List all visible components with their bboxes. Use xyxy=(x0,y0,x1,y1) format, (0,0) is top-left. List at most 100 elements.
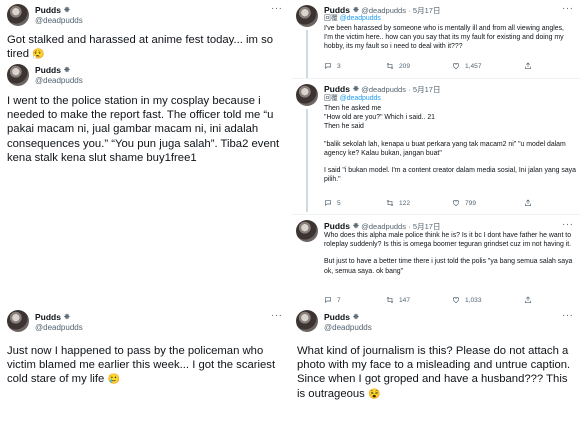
tweet-text-body: Got stalked and harassed at anime fest t… xyxy=(7,34,274,61)
reply-card-victim[interactable]: Pudds ❉ @deadpudds · 5月17日 ··· 回覆 @deadpu… xyxy=(292,0,580,78)
more-options-icon[interactable]: ··· xyxy=(271,3,283,14)
action-bar: 7 147 1,033 xyxy=(324,296,574,304)
share-button[interactable] xyxy=(524,62,532,70)
text-line: "How old are you?" Which i said.. 21 xyxy=(324,114,435,122)
tweet-date[interactable]: · 5月17日 xyxy=(408,6,440,15)
reply-card-how-old[interactable]: Pudds ❉ @deadpudds · 5月17日 回覆 @deadpudds … xyxy=(292,80,580,212)
user-name-text: Pudds xyxy=(324,221,350,231)
retweet-count: 147 xyxy=(399,296,411,304)
user-handle[interactable]: @deadpudds xyxy=(35,16,83,25)
user-name[interactable]: Pudds ❉ xyxy=(35,5,70,15)
text-spacer xyxy=(324,132,576,140)
more-options-icon[interactable]: ··· xyxy=(271,310,283,321)
reply-to-handle[interactable]: @deadpudds xyxy=(340,15,381,22)
avatar[interactable] xyxy=(296,220,318,242)
more-options-icon[interactable]: ··· xyxy=(562,3,574,14)
reply-to-line: 回覆 @deadpudds xyxy=(324,14,381,23)
reply-count: 5 xyxy=(337,199,341,207)
text-line: But just to have a better time there i j… xyxy=(324,258,573,275)
user-name[interactable]: Pudds ❉ xyxy=(324,312,359,322)
avatar[interactable] xyxy=(296,5,318,27)
text-spacer xyxy=(324,249,576,257)
reply-button[interactable]: 5 xyxy=(324,199,386,207)
more-options-icon[interactable]: ··· xyxy=(562,310,574,321)
tweet-card-police-report[interactable]: Pudds ❉ @deadpudds I went to the police s… xyxy=(0,62,288,182)
user-name-text: Pudds xyxy=(324,312,350,322)
retweet-count: 209 xyxy=(399,62,411,70)
reply-icon xyxy=(325,200,331,207)
user-handle[interactable]: @deadpudds xyxy=(35,76,83,85)
user-handle[interactable]: @deadpudds xyxy=(361,85,406,94)
like-count: 799 xyxy=(465,199,477,207)
verified-icon: ❉ xyxy=(352,314,359,321)
share-icon xyxy=(525,62,531,69)
like-count: 1,457 xyxy=(465,62,482,70)
like-count: 1,033 xyxy=(465,296,482,304)
text-line: Then he said xyxy=(324,123,364,131)
like-button[interactable]: 799 xyxy=(452,199,524,207)
reply-card-alpha-police[interactable]: Pudds ❉ @deadpudds · 5月17日 ··· Who does t… xyxy=(292,216,580,308)
text-line: I said "i bukan model. I'm a content cre… xyxy=(324,167,576,184)
tweet-date[interactable]: · 5月17日 xyxy=(408,85,440,94)
tweet-text: What kind of journalism is this? Please … xyxy=(297,344,575,402)
reply-button[interactable]: 7 xyxy=(324,296,386,304)
tweet-text-body: What kind of journalism is this? Please … xyxy=(297,345,571,400)
thread-line xyxy=(306,30,308,78)
dizzy-face-emoji: 😵 xyxy=(367,388,381,400)
thread-line xyxy=(306,109,308,212)
share-icon xyxy=(525,296,531,303)
reply-icon xyxy=(325,297,331,304)
tweet-text: Then he asked me "How old are you?" Whic… xyxy=(324,104,576,184)
user-handle[interactable]: @deadpudds xyxy=(361,222,406,231)
retweet-button[interactable]: 122 xyxy=(386,199,452,207)
reply-to-label: 回覆 xyxy=(324,15,338,22)
action-bar: 5 122 799 xyxy=(324,199,574,207)
verified-icon: ❉ xyxy=(352,223,359,230)
retweet-button[interactable]: 209 xyxy=(386,62,452,70)
reply-to-handle[interactable]: @deadpudds xyxy=(340,95,381,102)
avatar[interactable] xyxy=(296,310,318,332)
text-line: "balik sekolah lah, kenapa u buat perkar… xyxy=(324,140,566,157)
action-bar: 3 209 1,457 xyxy=(324,62,574,70)
retweet-button[interactable]: 147 xyxy=(386,296,452,304)
more-options-icon[interactable]: ··· xyxy=(562,219,574,230)
like-button[interactable]: 1,457 xyxy=(452,62,524,70)
user-name-text: Pudds xyxy=(35,312,61,322)
verified-icon: ❉ xyxy=(63,67,70,74)
heart-icon xyxy=(453,200,459,207)
user-name[interactable]: Pudds ❉ xyxy=(35,312,70,322)
verified-icon: ❉ xyxy=(63,7,70,14)
avatar[interactable] xyxy=(7,310,29,332)
avatar[interactable] xyxy=(296,84,318,106)
verified-icon: ❉ xyxy=(352,86,359,93)
share-button[interactable] xyxy=(524,296,532,304)
text-line: Who does this alpha male police think he… xyxy=(324,232,572,249)
user-handle[interactable]: @deadpudds xyxy=(35,323,83,332)
like-button[interactable]: 1,033 xyxy=(452,296,524,304)
avatar[interactable] xyxy=(7,64,29,86)
user-name[interactable]: Pudds ❉ xyxy=(35,65,70,75)
tweet-date[interactable]: · 5月17日 xyxy=(408,222,440,231)
tweet-text: Just now I happened to pass by the polic… xyxy=(7,344,285,388)
retweet-icon xyxy=(386,199,394,207)
retweet-icon xyxy=(386,62,394,70)
user-handle[interactable]: @deadpudds xyxy=(324,323,372,332)
reply-count: 3 xyxy=(337,62,341,70)
retweet-icon xyxy=(386,296,394,304)
tweet-card-stalked[interactable]: Pudds ❉ @deadpudds ··· Got stalked and ha… xyxy=(0,0,288,62)
share-icon xyxy=(525,199,531,206)
avatar[interactable] xyxy=(7,4,29,26)
tweet-card-cold-stare[interactable]: Pudds ❉ @deadpudds ··· Just now I happene… xyxy=(0,310,288,435)
tweet-card-journalism[interactable]: Pudds ❉ @deadpudds ··· What kind of journ… xyxy=(292,310,580,435)
share-button[interactable] xyxy=(524,199,532,207)
user-name-text: Pudds xyxy=(35,5,61,15)
divider xyxy=(292,78,580,79)
user-name-text: Pudds xyxy=(35,65,61,75)
reply-count: 7 xyxy=(337,296,341,304)
text-spacer xyxy=(324,158,576,166)
reply-to-label: 回覆 xyxy=(324,95,338,102)
exhale-emoji: 😮‍💨 xyxy=(32,49,45,61)
reply-button[interactable]: 3 xyxy=(324,62,386,70)
heart-icon xyxy=(453,297,459,304)
user-name-text: Pudds xyxy=(324,84,350,94)
